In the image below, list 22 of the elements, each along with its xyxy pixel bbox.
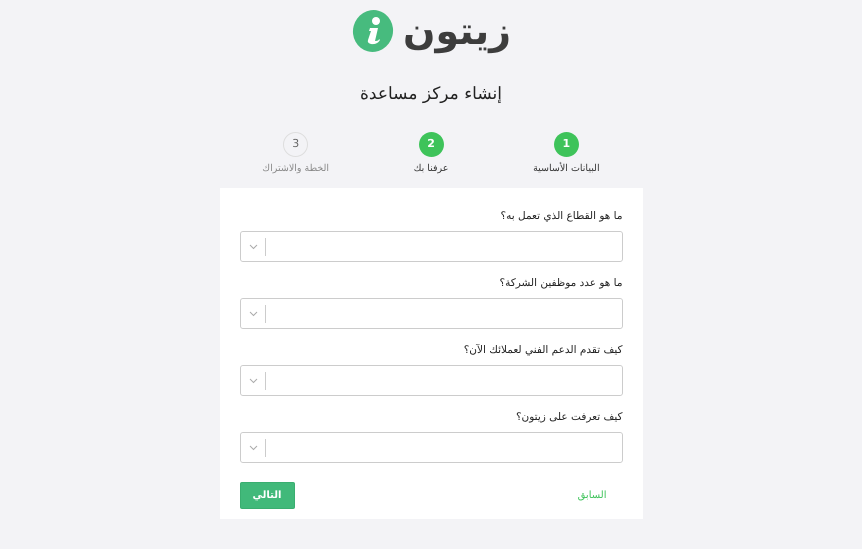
step-indicator: 1 <box>554 132 579 157</box>
question-label: ما هو القطاع الذي تعمل به؟ <box>500 209 622 224</box>
question-label: كيف تعرفت على زيتون؟ <box>514 410 622 425</box>
next-button[interactable]: التالي <box>240 482 294 509</box>
select-field[interactable] <box>240 432 622 463</box>
page-title: إنشاء مركز مساعدة <box>360 83 502 106</box>
step-label: الخطة والاشتراك <box>262 162 330 176</box>
step-label: البيانات الأساسية <box>533 162 600 176</box>
step-indicator: 2 <box>418 132 444 157</box>
back-link[interactable]: السابق <box>578 488 606 503</box>
select-field[interactable] <box>240 365 622 396</box>
question-label: كيف تقدم الدعم الفني لعملائك الآن؟ <box>462 343 622 358</box>
chevron-down-icon <box>248 244 258 250</box>
chevron-down-icon <box>248 310 258 316</box>
step-indicator: 3 <box>283 132 308 157</box>
chevron-down-icon <box>248 444 258 450</box>
step-label: عرفنا بك <box>414 162 448 176</box>
select-field[interactable] <box>240 298 622 329</box>
chevron-down-icon <box>248 378 258 384</box>
select-field[interactable] <box>240 231 622 262</box>
logo-icon <box>352 10 394 52</box>
question-label: ما هو عدد موظفين الشركة؟ <box>498 276 622 291</box>
